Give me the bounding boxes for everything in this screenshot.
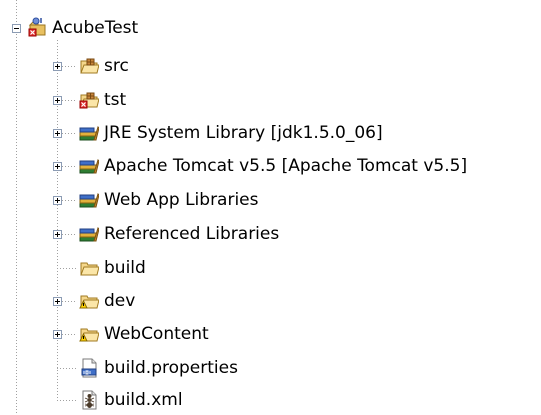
expand-toggle[interactable] <box>53 162 62 171</box>
package-folder-icon <box>80 58 99 74</box>
java-project-error-icon <box>28 17 46 37</box>
tree-node-dev[interactable]: dev <box>0 290 200 312</box>
tree-node-label: JRE System Library [jdk1.5.0_06] <box>104 123 383 143</box>
tree-node-label: build <box>104 258 146 278</box>
tree-node-label: Web App Libraries <box>104 190 259 210</box>
tree-node-label: Apache Tomcat v5.5 [Apache Tomcat v5.5] <box>104 156 468 176</box>
library-icon <box>79 193 99 208</box>
tree-node-label: WebContent <box>104 324 209 344</box>
expand-toggle[interactable] <box>53 297 62 306</box>
folder-warning-icon <box>79 295 99 309</box>
expand-toggle[interactable] <box>53 230 62 239</box>
tree-node-referenced-libraries[interactable]: Referenced Libraries <box>0 223 340 245</box>
ant-file-icon <box>82 390 97 410</box>
folder-icon <box>80 262 99 276</box>
collapse-toggle[interactable] <box>12 24 21 33</box>
tree-node-src[interactable]: src <box>0 55 200 77</box>
tree-node-label: AcubeTest <box>52 18 139 38</box>
tree-node-label: dev <box>104 291 136 311</box>
library-icon <box>79 227 99 242</box>
expand-toggle[interactable] <box>53 96 62 105</box>
tree-node-apache-tomcat[interactable]: Apache Tomcat v5.5 [Apache Tomcat v5.5] <box>0 155 538 177</box>
properties-file-icon <box>81 358 97 378</box>
tree-node-build-properties[interactable]: build.properties <box>0 357 320 379</box>
tree-node-build-xml[interactable]: build.xml <box>0 389 240 411</box>
tree-node-webcontent[interactable]: WebContent <box>0 323 280 345</box>
folder-warning-icon <box>79 328 99 342</box>
tree-node-label: tst <box>104 90 127 110</box>
tree-node-acubetest[interactable]: AcubeTest <box>0 17 230 39</box>
expand-toggle[interactable] <box>53 62 62 71</box>
library-icon <box>79 159 99 174</box>
tree-node-tst[interactable]: tst <box>0 89 200 111</box>
tree-node-label: Referenced Libraries <box>104 224 280 244</box>
expand-toggle[interactable] <box>53 129 62 138</box>
tree-node-jre-system-library[interactable]: JRE System Library [jdk1.5.0_06] <box>0 122 460 144</box>
expand-toggle[interactable] <box>53 330 62 339</box>
package-folder-error-icon <box>79 92 99 109</box>
project-explorer-tree: AcubeTest src tst JRE System Library [jd… <box>0 0 541 415</box>
tree-node-label: src <box>104 56 129 76</box>
expand-toggle[interactable] <box>53 196 62 205</box>
library-icon <box>79 126 99 141</box>
tree-node-build-folder[interactable]: build <box>0 257 200 279</box>
tree-node-label: build.properties <box>104 358 238 378</box>
tree-node-label: build.xml <box>104 390 183 410</box>
tree-node-web-app-libraries[interactable]: Web App Libraries <box>0 189 320 211</box>
